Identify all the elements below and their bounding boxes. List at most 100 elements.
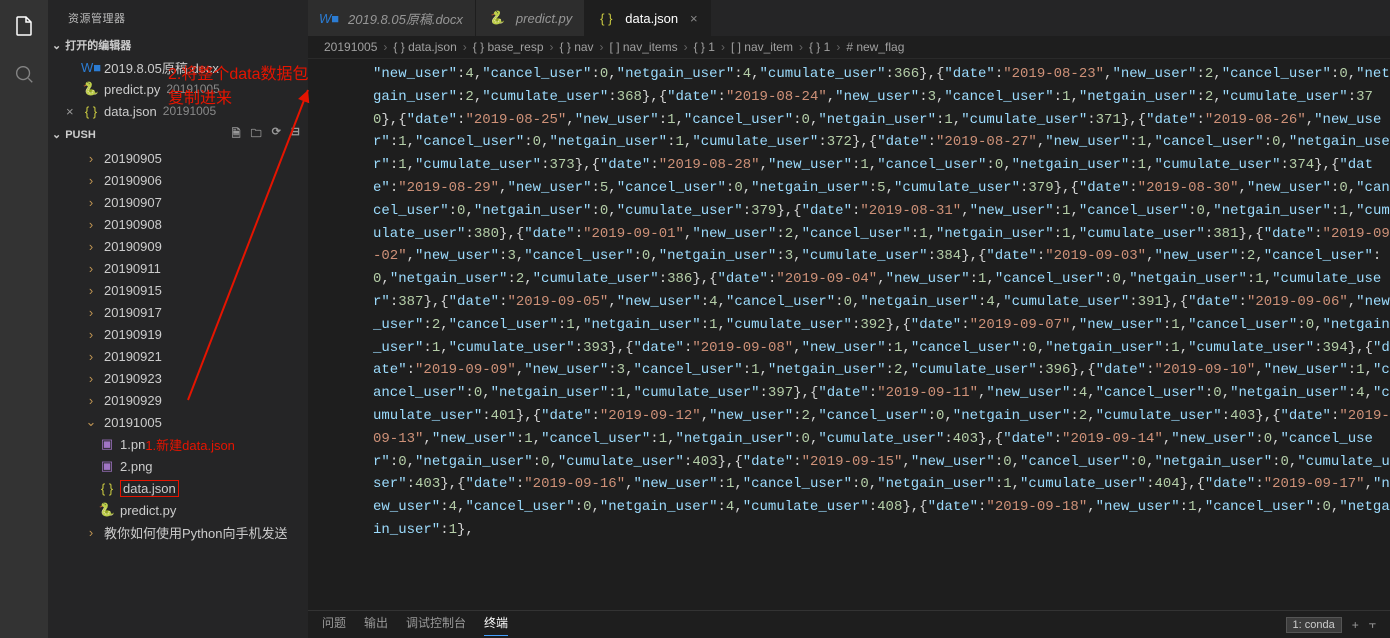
img-icon: ▣ <box>98 436 116 452</box>
new-folder-icon[interactable]: 🗀 <box>251 125 262 144</box>
tree-item[interactable]: ›20190923 <box>48 367 308 389</box>
tree-item[interactable]: ▣1.pn1.新建data.json <box>48 433 308 455</box>
terminal-selector[interactable]: 1: conda <box>1286 617 1342 633</box>
file-label: 20190909 <box>104 239 162 254</box>
json-icon: { } <box>597 11 615 26</box>
open-editors-header[interactable]: ⌄ 打开的编辑器 <box>48 34 308 56</box>
editor-tab[interactable]: 🐍predict.py <box>476 0 585 36</box>
py-icon: 🐍 <box>98 502 116 518</box>
close-icon[interactable]: × <box>66 104 82 119</box>
breadcrumb-item[interactable]: { } 1 <box>809 40 830 54</box>
new-file-icon[interactable]: 🗎 <box>232 125 241 144</box>
file-tree: ›20190905›20190906›20190907›20190908›201… <box>48 147 308 543</box>
breadcrumb-item[interactable]: # new_flag <box>846 40 904 54</box>
tab-label: data.json <box>625 11 678 26</box>
tree-item[interactable]: ›20190919 <box>48 323 308 345</box>
tree-item[interactable]: › 20190929 <box>48 389 308 411</box>
collapse-icon[interactable]: ⊟ <box>291 125 300 144</box>
terminal-panel: 问题输出调试控制台终端 1: conda + ⫟ <box>308 610 1390 638</box>
folder-icon: › <box>82 305 100 320</box>
folder-icon: › <box>82 217 100 232</box>
tree-item[interactable]: 🐍 predict.py <box>48 499 308 521</box>
tree-item[interactable]: › 20190917 <box>48 301 308 323</box>
file-label: predict.py <box>104 82 160 97</box>
folder-icon: › <box>82 349 100 364</box>
folder-icon: › <box>82 371 100 386</box>
breadcrumb[interactable]: 20191005 › { } data.json › { } base_resp › { }… <box>308 36 1390 59</box>
terminal-tabs: 问题输出调试控制台终端 <box>322 614 508 636</box>
chevron-right-icon: › <box>721 40 725 54</box>
open-editor-item[interactable]: 🐍predict.py20191005 <box>48 78 308 100</box>
code-editor[interactable]: "new_user":4,"cancel_user":0,"netgain_us… <box>308 59 1390 610</box>
folder-icon: › <box>82 261 100 276</box>
tree-item[interactable]: ›20190908 <box>48 213 308 235</box>
chevron-right-icon: › <box>383 40 387 54</box>
tree-item[interactable]: ›20190921 <box>48 345 308 367</box>
editor-tab[interactable]: W■2019.8.05原稿.docx <box>308 0 476 36</box>
folder-icon: › <box>82 195 100 210</box>
img-icon: ▣ <box>98 458 116 474</box>
folder-icon: › <box>82 283 100 298</box>
refresh-icon[interactable]: ⟳ <box>272 125 281 144</box>
word-icon: W■ <box>320 11 338 26</box>
open-editor-item[interactable]: W■ 2019.8.05原稿.docx <box>48 56 308 78</box>
tree-item[interactable]: ›20190909 <box>48 235 308 257</box>
json-icon: { } <box>98 481 116 496</box>
breadcrumb-item[interactable]: { } data.json <box>393 40 456 54</box>
sidebar-title: 资源管理器 <box>48 0 308 34</box>
breadcrumb-item[interactable]: { } nav <box>560 40 594 54</box>
tree-item[interactable]: › 20190907 <box>48 191 308 213</box>
workspace-header[interactable]: ⌄ PUSH 🗎 🗀 ⟳ ⊟ <box>48 122 308 147</box>
chevron-right-icon: › <box>600 40 604 54</box>
tree-item[interactable]: › 20190915 <box>48 279 308 301</box>
close-icon[interactable]: × <box>690 11 698 26</box>
breadcrumb-item[interactable]: { } 1 <box>694 40 715 54</box>
breadcrumb-item[interactable]: [ ] nav_items <box>610 40 678 54</box>
search-activity-icon[interactable] <box>8 58 40 90</box>
tree-item[interactable]: { } data.json <box>48 477 308 499</box>
file-label: 20190919 <box>104 327 162 342</box>
activity-bar <box>0 0 48 638</box>
tree-item[interactable]: ⌄20191005 <box>48 411 308 433</box>
terminal-tab[interactable]: 输出 <box>364 614 388 636</box>
file-label: 20190907 <box>104 195 162 210</box>
folder-icon: › <box>82 393 100 408</box>
explorer-activity-icon[interactable] <box>8 10 40 42</box>
file-label: 教你如何使用Python向手机发送 <box>104 523 287 542</box>
word-icon: W■ <box>82 60 100 75</box>
tree-item[interactable]: ▣ 2.png <box>48 455 308 477</box>
terminal-tab[interactable]: 问题 <box>322 614 346 636</box>
editor-area: W■2019.8.05原稿.docx 🐍predict.py { } data.j… <box>308 0 1390 638</box>
file-label: data.json <box>120 480 179 497</box>
file-label: predict.py <box>120 503 176 518</box>
editor-tab[interactable]: { } data.json × <box>585 0 710 36</box>
file-label: 2019.8.05原稿.docx <box>104 58 219 77</box>
sidebar: 资源管理器 ⌄ 打开的编辑器 W■2019.8.05原稿.docx 🐍predi… <box>48 0 308 638</box>
file-label: 20190917 <box>104 305 162 320</box>
breadcrumb-item[interactable]: { } base_resp <box>473 40 544 54</box>
file-label: 20190915 <box>104 283 162 298</box>
terminal-tab[interactable]: 终端 <box>484 614 508 636</box>
tree-item[interactable]: ›20190906 <box>48 169 308 191</box>
tab-label: predict.py <box>516 11 572 26</box>
folder-icon: › <box>82 525 100 540</box>
terminal-tab[interactable]: 调试控制台 <box>406 614 466 636</box>
folder-open-icon: ⌄ <box>82 414 100 430</box>
tree-item[interactable]: › 教你如何使用Python向手机发送 <box>48 521 308 543</box>
chevron-right-icon: › <box>836 40 840 54</box>
chevron-down-icon: ⌄ <box>52 128 61 141</box>
open-editor-item[interactable]: × { }data.json20191005 <box>48 100 308 122</box>
breadcrumb-item[interactable]: [ ] nav_item <box>731 40 793 54</box>
terminal-add-icon[interactable]: + <box>1352 618 1359 632</box>
tree-item[interactable]: ›20190905 <box>48 147 308 169</box>
file-label: 20190929 <box>104 393 162 408</box>
file-label: 2.png <box>120 459 153 474</box>
tree-item[interactable]: ›20190911 <box>48 257 308 279</box>
chevron-down-icon: ⌄ <box>52 39 61 52</box>
breadcrumb-item[interactable]: 20191005 <box>324 40 377 54</box>
chevron-right-icon: › <box>463 40 467 54</box>
file-label: 20190905 <box>104 151 162 166</box>
chevron-right-icon: › <box>684 40 688 54</box>
file-label: 20190906 <box>104 173 162 188</box>
terminal-split-icon[interactable]: ⫟ <box>1369 617 1376 632</box>
